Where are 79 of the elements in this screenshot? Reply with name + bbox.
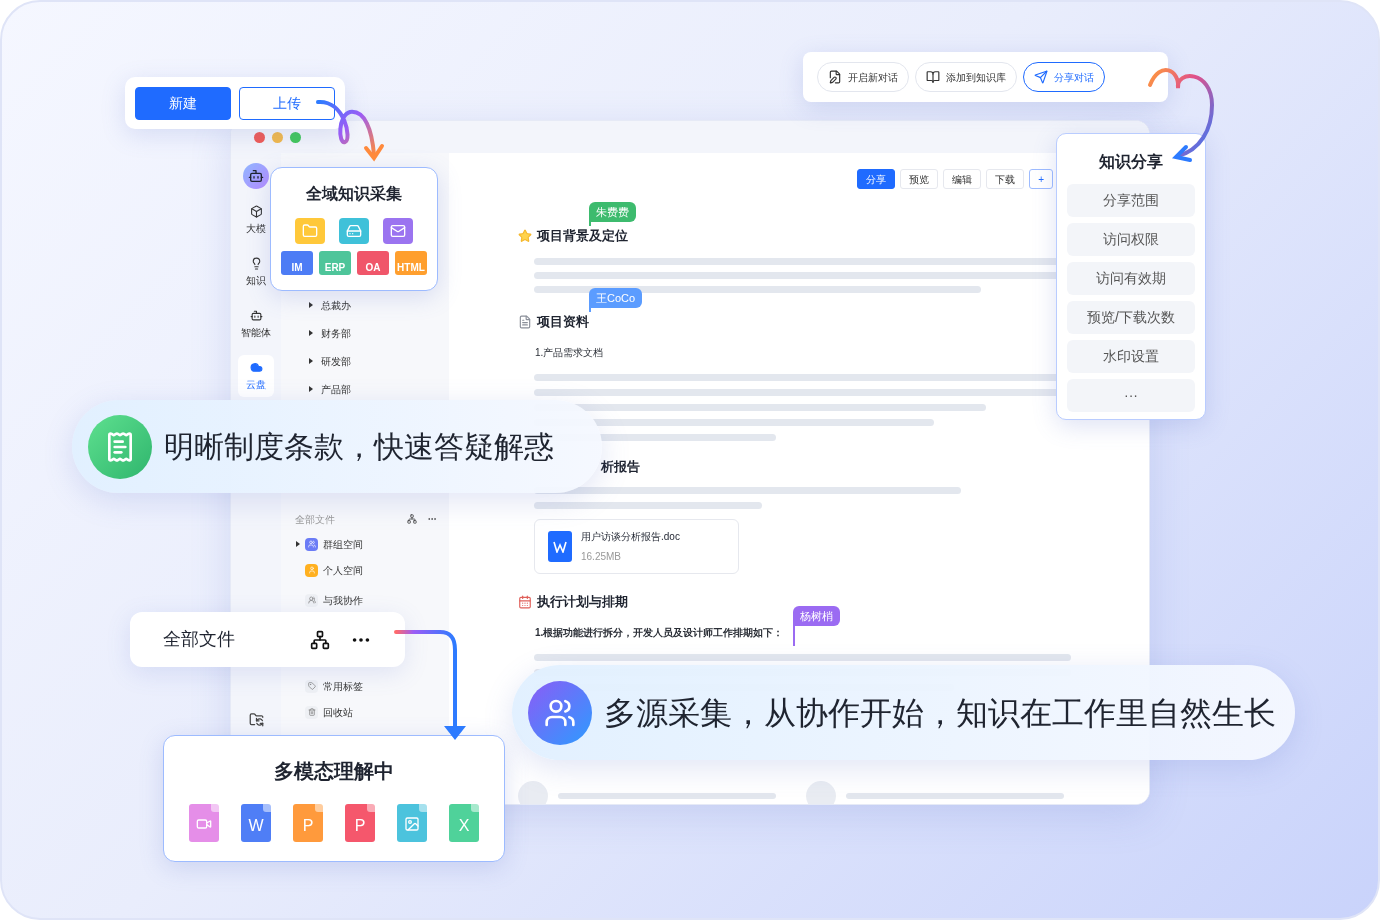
section-heading: 执行计划与排期 [537,593,628,612]
section-heading: 项目资料 [537,313,589,332]
section-heading: 项目背景及定位 [537,227,628,246]
office-file-icon: X [449,804,479,842]
file-type-badge: IM [281,251,313,275]
office-file-icon: P [345,804,375,842]
department-tree-item[interactable]: 财务部 [291,319,439,347]
paragraph: 1.产品需求文档 [535,346,604,360]
attachment-name: 用户访谈分析报告.doc [581,530,680,544]
share-option[interactable]: 分享范围 [1067,184,1195,217]
expand-caret-icon [309,386,313,392]
section-heading: 析报告 [601,458,640,477]
document-action-button[interactable]: 下载 [986,169,1025,189]
office-file-icon: W [241,804,271,842]
file-tree-item[interactable]: 群组空间 [323,536,363,552]
model-icon [249,204,263,218]
department-tree-item[interactable]: 总裁办 [291,291,439,319]
cloud-icon [249,360,263,374]
share-option[interactable]: ··· [1067,379,1195,412]
share-option[interactable]: 访问权限 [1067,223,1195,256]
quick-action-button[interactable]: 上传 [239,86,335,120]
share-option[interactable]: 水印设置 [1067,340,1195,373]
quick-action-button[interactable]: 新建 [135,86,231,120]
paragraph: 1.根据功能进行拆分，开发人员及设计师工作排期如下： [535,626,784,640]
personal-space-icon [305,563,318,577]
expand-caret-icon [309,358,313,364]
tag-space-icon [305,679,318,693]
banner-text: 明晰制度条款，快速答疑解惑 [164,429,554,465]
card-title: 多模态理解中 [274,759,394,784]
panel-title: 知识分享 [1099,152,1163,172]
org-chart-icon[interactable] [310,629,330,650]
section-header: 全部文件 [295,512,335,527]
folder-sync-icon[interactable] [248,712,264,727]
file-tree-item[interactable]: 个人空间 [323,562,363,578]
calendar-icon [518,595,532,609]
star-icon [518,229,532,243]
word-file-icon [548,531,572,562]
expand-caret-icon [309,302,313,308]
file-type-badge: OA [357,251,389,275]
shared-space-icon [305,593,318,607]
attachment-card[interactable]: 用户访谈分析报告.doc 16.25MB [534,519,739,574]
banner-text: 多源采集，从协作开始，知识在工作里自然生长 [604,693,1276,733]
department-tree-item[interactable]: 产品部 [291,375,439,403]
collaborator-cursor-tag: 朱费费 [589,202,636,222]
new-icon [828,70,842,84]
collaborator-cursor-tag: 王CoCo [589,288,643,308]
nav-item[interactable]: 智能体 [238,303,274,345]
document-action-button[interactable]: + [1029,169,1053,189]
file-tree-item[interactable]: 常用标签 [323,678,363,694]
share-option[interactable]: 访问有效期 [1067,262,1195,295]
text-cursor [589,308,591,312]
text-cursor [589,222,591,226]
book-icon [926,70,940,84]
card-title: 全域知识采集 [306,184,402,204]
trash-space-icon [305,705,318,719]
share-option[interactable]: 预览/下载次数 [1067,301,1195,334]
document-action-button[interactable]: 预览 [900,169,939,189]
agent-icon [249,308,263,322]
file-tree-item[interactable]: 与我协作 [323,592,363,608]
document-action-button[interactable]: 分享 [857,169,896,189]
nav-item[interactable]: 知识 [238,251,274,293]
card-title: 全部文件 [163,628,235,651]
robot-avatar-icon[interactable] [243,163,269,189]
curved-arrow [316,100,384,162]
department-tree-item[interactable]: 研发部 [291,347,439,375]
send-icon [1034,70,1048,84]
office-file-icon: P [293,804,323,842]
collaborator-cursor-tag: 杨树梢 [793,606,840,626]
text-cursor [793,626,795,646]
nav-item[interactable]: 云盘 [238,355,274,397]
attachment-size: 16.25MB [581,550,623,564]
document-action-button[interactable]: 编辑 [943,169,982,189]
expand-caret-icon [309,330,313,336]
file-type-badge: ERP [319,251,351,275]
file-tree-item[interactable]: 回收站 [323,704,353,720]
file-type-badge: HTML [395,251,427,275]
document-icon [518,315,532,329]
group-space-icon [305,537,318,551]
nav-item[interactable]: 大模 [238,199,274,241]
